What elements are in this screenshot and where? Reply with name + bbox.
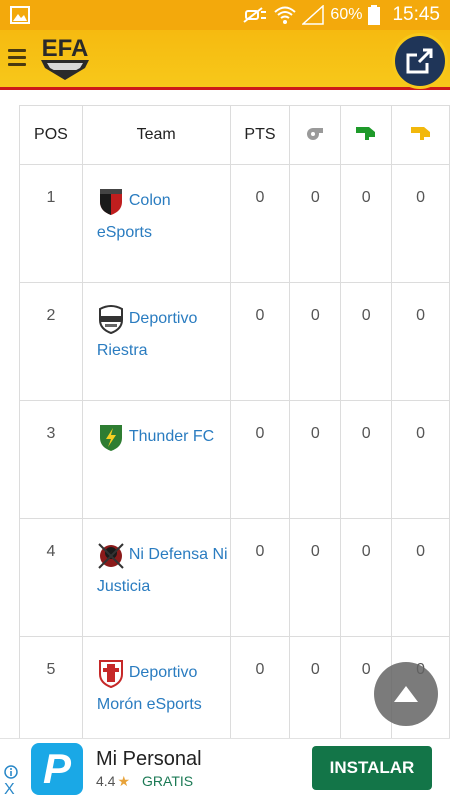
standings-container[interactable]: POS Team PTS 1 Colon eSports 0 0 0 0 2 D…: [0, 93, 450, 738]
col-header-pos[interactable]: POS: [19, 105, 83, 165]
pts-cell: 0: [229, 518, 291, 637]
arrow-up-icon: [394, 686, 418, 702]
stat-cell: 0: [289, 282, 342, 401]
battery-icon: [368, 5, 381, 25]
pos-cell: 5: [19, 636, 83, 738]
pts-cell: 0: [229, 282, 291, 401]
stat-cell: 0: [391, 518, 450, 637]
star-icon: ★: [117, 773, 131, 789]
col-header-team[interactable]: Team: [81, 105, 231, 165]
ad-rating: 4.4 ★ GRATIS: [96, 773, 193, 790]
stat-cell: 0: [289, 400, 342, 519]
table-row[interactable]: 1 Colon eSports 0 0 0 0: [19, 164, 450, 283]
stat-cell: 0: [340, 282, 393, 401]
ad-rating-value: 4.4: [96, 773, 116, 789]
mute-icon: [243, 7, 267, 23]
menu-icon[interactable]: [8, 49, 26, 69]
pos-cell: 2: [19, 282, 83, 401]
pts-cell: 0: [229, 400, 291, 519]
riestra-crest-icon: [98, 304, 123, 334]
team-link[interactable]: Thunder FC: [129, 428, 214, 445]
pos-cell: 3: [19, 400, 83, 519]
ad-price: GRATIS: [142, 773, 194, 789]
ad-app-name[interactable]: Mi Personal: [96, 748, 202, 771]
standings-table: POS Team PTS 1 Colon eSports 0 0 0 0 2 D…: [19, 105, 450, 738]
col-header-pts[interactable]: PTS: [229, 105, 291, 165]
app-header: EFA: [0, 30, 450, 90]
ad-close-icon[interactable]: X: [4, 782, 15, 798]
battery-percent: 60%: [330, 6, 363, 23]
install-button[interactable]: INSTALAR: [312, 746, 432, 790]
share-icon: [406, 48, 433, 74]
team-cell[interactable]: Deportivo Riestra: [81, 282, 231, 401]
team-cell[interactable]: Thunder FC: [81, 400, 231, 519]
colon-crest-icon: [99, 188, 122, 215]
col-header-green[interactable]: [340, 105, 393, 165]
share-button[interactable]: [392, 33, 448, 89]
table-row[interactable]: 2 Deportivo Riestra 0 0 0 0: [19, 282, 450, 401]
stat-cell: 0: [391, 282, 450, 401]
team-cell[interactable]: Ni Defensa Ni Justicia: [81, 518, 231, 637]
stat-cell: 0: [340, 164, 393, 283]
scroll-to-top-button[interactable]: [374, 662, 438, 726]
pos-cell: 4: [19, 518, 83, 637]
ad-banner[interactable]: X P Mi Personal 4.4 ★ GRATIS INSTALAR: [0, 738, 450, 801]
table-row[interactable]: 4 Ni Defensa Ni Justicia 0 0 0 0: [19, 518, 450, 637]
gallery-notification-icon: [10, 6, 30, 24]
pts-cell: 0: [229, 164, 291, 283]
efa-logo[interactable]: EFA: [35, 32, 95, 88]
table-header-row: POS Team PTS: [19, 105, 450, 165]
stat-cell: 0: [391, 164, 450, 283]
signal-icon: [302, 5, 325, 25]
thunder-crest-icon: [99, 424, 122, 451]
moron-crest-icon: [98, 659, 123, 688]
stat-cell: 0: [391, 400, 450, 519]
pos-cell: 1: [19, 164, 83, 283]
ad-app-icon[interactable]: P: [31, 743, 83, 795]
table-row[interactable]: 3 Thunder FC 0 0 0 0: [19, 400, 450, 519]
clock: 15:45: [392, 4, 440, 25]
stat-cell: 0: [289, 164, 342, 283]
status-bar: 60% 15:45: [0, 0, 450, 30]
team-cell[interactable]: Colon eSports: [81, 164, 231, 283]
ndnj-crest-icon: [98, 543, 124, 569]
yellow-card-icon: [410, 126, 430, 140]
whistle-icon: [307, 127, 324, 140]
green-card-icon: [356, 126, 376, 140]
pts-cell: 0: [229, 636, 291, 738]
stat-cell: 0: [340, 518, 393, 637]
col-header-yellow[interactable]: [391, 105, 450, 165]
stat-cell: 0: [340, 400, 393, 519]
wifi-icon: [274, 6, 297, 24]
ad-info-icon[interactable]: [4, 765, 18, 779]
stat-cell: 0: [289, 518, 342, 637]
svg-text:EFA: EFA: [42, 35, 89, 62]
team-cell[interactable]: Deportivo Morón eSports: [81, 636, 231, 738]
col-header-whistle[interactable]: [289, 105, 342, 165]
stat-cell: 0: [289, 636, 342, 738]
